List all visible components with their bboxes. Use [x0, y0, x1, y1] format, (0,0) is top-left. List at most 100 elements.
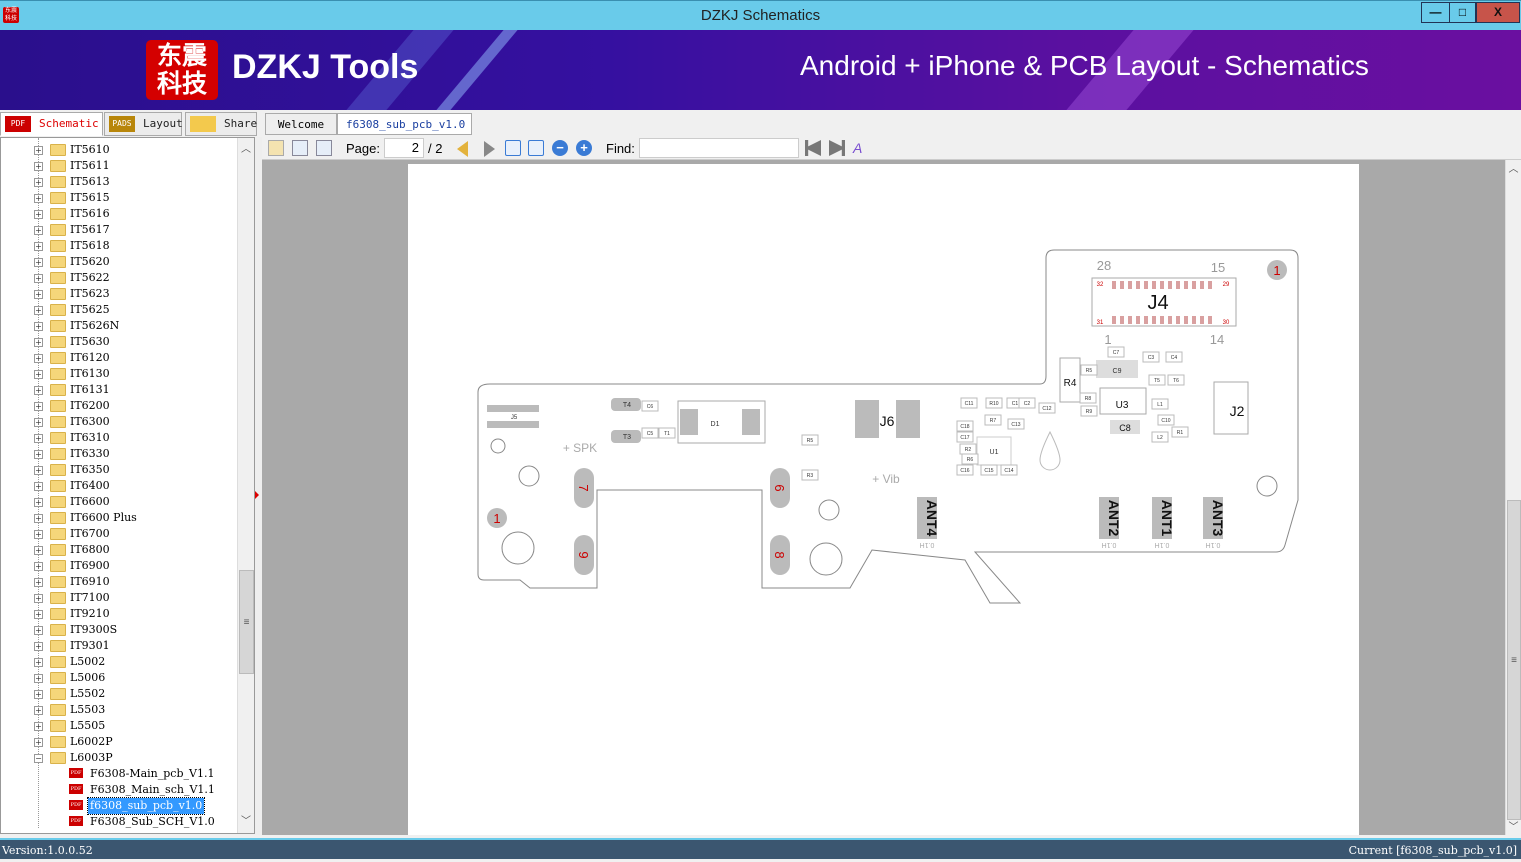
- expand-icon[interactable]: +: [34, 418, 43, 427]
- next-page-icon[interactable]: [484, 141, 495, 157]
- fit-width-icon[interactable]: [505, 140, 521, 156]
- expand-icon[interactable]: +: [34, 386, 43, 395]
- expand-icon[interactable]: +: [34, 610, 43, 619]
- scroll-thumb[interactable]: ≡: [1507, 500, 1521, 820]
- expand-icon[interactable]: +: [34, 402, 43, 411]
- expand-icon[interactable]: +: [34, 322, 43, 331]
- tree-folder-expanded[interactable]: − L6003P: [1, 750, 236, 766]
- tree-folder[interactable]: + IT6131: [1, 382, 236, 398]
- tree-folder[interactable]: + IT9300S: [1, 622, 236, 638]
- expand-icon[interactable]: +: [34, 690, 43, 699]
- collapse-arrow-icon[interactable]: [255, 491, 259, 499]
- expand-icon[interactable]: +: [34, 466, 43, 475]
- tree-folder[interactable]: + IT5622: [1, 270, 236, 286]
- find-next-icon[interactable]: [829, 140, 845, 156]
- tree-folder[interactable]: + L5002: [1, 654, 236, 670]
- collapse-icon[interactable]: −: [34, 754, 43, 763]
- expand-icon[interactable]: +: [34, 482, 43, 491]
- expand-icon[interactable]: +: [34, 370, 43, 379]
- tree-folder[interactable]: + IT6300: [1, 414, 236, 430]
- tree-folder[interactable]: + IT6900: [1, 558, 236, 574]
- expand-icon[interactable]: +: [34, 146, 43, 155]
- expand-icon[interactable]: +: [34, 530, 43, 539]
- tree-folder[interactable]: + IT6600 Plus: [1, 510, 236, 526]
- expand-icon[interactable]: +: [34, 210, 43, 219]
- scroll-down-arrow[interactable]: ﹀: [238, 814, 254, 830]
- find-input[interactable]: [639, 138, 799, 158]
- tree-folder[interactable]: + IT6310: [1, 430, 236, 446]
- tree-folder[interactable]: + IT7100: [1, 590, 236, 606]
- expand-icon[interactable]: +: [34, 290, 43, 299]
- tree-folder[interactable]: + IT5611: [1, 158, 236, 174]
- expand-icon[interactable]: +: [34, 626, 43, 635]
- tree-folder[interactable]: + L5502: [1, 686, 236, 702]
- expand-icon[interactable]: +: [34, 706, 43, 715]
- expand-icon[interactable]: +: [34, 642, 43, 651]
- tree-file[interactable]: PDF F6308_Sub_SCH_V1.0: [1, 814, 236, 830]
- expand-icon[interactable]: +: [34, 722, 43, 731]
- scroll-up-arrow[interactable]: ︿: [1506, 162, 1521, 178]
- tree-folder[interactable]: + IT5620: [1, 254, 236, 270]
- tab-share[interactable]: Share: [185, 112, 257, 136]
- expand-icon[interactable]: +: [34, 226, 43, 235]
- expand-icon[interactable]: +: [34, 562, 43, 571]
- tree-file-selected[interactable]: PDF f6308_sub_pcb_v1.0: [1, 797, 236, 815]
- expand-icon[interactable]: +: [34, 306, 43, 315]
- tree-folder[interactable]: + IT6400: [1, 478, 236, 494]
- tab-document[interactable]: f6308_sub_pcb_v1.0 ×: [337, 113, 472, 153]
- tab-schematic[interactable]: PDF Schematic: [0, 112, 103, 136]
- tree-folder[interactable]: + IT5616: [1, 206, 236, 222]
- tab-layout[interactable]: PADS Layout: [104, 112, 183, 136]
- expand-icon[interactable]: +: [34, 434, 43, 443]
- tree-folder[interactable]: + IT6600: [1, 494, 236, 510]
- find-previous-icon[interactable]: [805, 140, 821, 156]
- tree-folder[interactable]: + IT5625: [1, 302, 236, 318]
- tree-folder[interactable]: + L5505: [1, 718, 236, 734]
- expand-icon[interactable]: +: [34, 738, 43, 747]
- expand-icon[interactable]: +: [34, 658, 43, 667]
- tree-folder[interactable]: + IT5626N: [1, 318, 236, 334]
- tree-folder[interactable]: + IT5617: [1, 222, 236, 238]
- expand-icon[interactable]: +: [34, 674, 43, 683]
- tree-file[interactable]: PDF F6308-Main_pcb_V1.1: [1, 766, 236, 782]
- open-icon[interactable]: [268, 140, 284, 156]
- expand-icon[interactable]: +: [34, 194, 43, 203]
- splitter[interactable]: [255, 137, 262, 835]
- expand-icon[interactable]: +: [34, 354, 43, 363]
- expand-icon[interactable]: +: [34, 162, 43, 171]
- highlight-text-icon[interactable]: A: [853, 140, 869, 156]
- tree-folder[interactable]: + IT6910: [1, 574, 236, 590]
- tree-folder[interactable]: + IT6350: [1, 462, 236, 478]
- previous-document-icon[interactable]: [292, 140, 308, 156]
- scroll-thumb[interactable]: ≡: [239, 570, 254, 674]
- tree-folder[interactable]: + IT5623: [1, 286, 236, 302]
- tree-folder[interactable]: + IT6800: [1, 542, 236, 558]
- scroll-down-arrow[interactable]: ﹀: [1506, 820, 1521, 836]
- tree-folder[interactable]: + IT6200: [1, 398, 236, 414]
- tree-folder[interactable]: + L6002P: [1, 734, 236, 750]
- close-button[interactable]: X: [1476, 2, 1520, 23]
- tree-folder[interactable]: + IT6130: [1, 366, 236, 382]
- tab-welcome[interactable]: Welcome: [265, 113, 337, 135]
- tree-folder[interactable]: + IT5613: [1, 174, 236, 190]
- previous-page-icon[interactable]: [457, 141, 468, 157]
- expand-icon[interactable]: +: [34, 498, 43, 507]
- tree-folder[interactable]: + L5503: [1, 702, 236, 718]
- tree-folder[interactable]: + IT5615: [1, 190, 236, 206]
- tree-folder[interactable]: + IT5630: [1, 334, 236, 350]
- maximize-button[interactable]: □: [1449, 2, 1476, 23]
- expand-icon[interactable]: +: [34, 514, 43, 523]
- expand-icon[interactable]: +: [34, 578, 43, 587]
- zoom-in-icon[interactable]: +: [576, 140, 592, 156]
- tree-folder[interactable]: + IT9210: [1, 606, 236, 622]
- expand-icon[interactable]: +: [34, 274, 43, 283]
- expand-icon[interactable]: +: [34, 594, 43, 603]
- expand-icon[interactable]: +: [34, 338, 43, 347]
- tree-folder[interactable]: + IT5618: [1, 238, 236, 254]
- expand-icon[interactable]: +: [34, 450, 43, 459]
- expand-icon[interactable]: +: [34, 178, 43, 187]
- minimize-button[interactable]: —: [1421, 2, 1450, 23]
- zoom-out-icon[interactable]: −: [552, 140, 568, 156]
- next-document-icon[interactable]: [316, 140, 332, 156]
- tree-folder[interactable]: + IT6700: [1, 526, 236, 542]
